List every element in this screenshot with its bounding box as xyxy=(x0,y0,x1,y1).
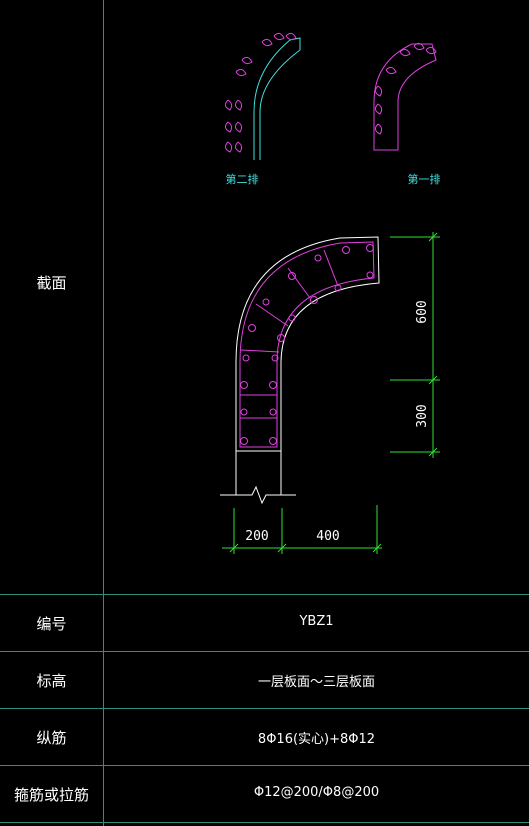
grid-line-2 xyxy=(0,651,529,652)
grid-line-1 xyxy=(0,594,529,595)
row-value-stirrup: Φ12@200/Φ8@200 xyxy=(253,785,380,800)
wall-break xyxy=(220,451,296,505)
row1-hooks xyxy=(374,42,437,135)
section-drawing: 第二排 第一排 600 300 200 400 xyxy=(220,32,441,554)
dim-h-left: 200 xyxy=(245,529,268,544)
dim-v-top: 600 xyxy=(415,300,430,323)
row-value-id: YBZ1 xyxy=(299,614,334,629)
row-label-id: 编号 xyxy=(36,615,67,633)
grid-line-4 xyxy=(0,765,529,766)
stirrup-outer xyxy=(239,241,375,448)
dim-v-bottom: 300 xyxy=(415,404,430,427)
concrete-outline xyxy=(235,236,380,452)
dim-h-right: 400 xyxy=(316,529,339,544)
row-value-longitudinal: 8Φ16(实心)+8Φ12 xyxy=(257,732,376,747)
dimensions xyxy=(222,232,440,554)
row-value-elevation: 一层板面～三层板面 xyxy=(257,675,375,690)
row2-hooks xyxy=(224,32,297,153)
cross-ties xyxy=(240,249,339,448)
row-label-stirrup: 箍筋或拉筋 xyxy=(13,786,89,804)
grid-line-5 xyxy=(0,822,529,823)
row2-curve xyxy=(253,37,301,160)
rebar-bars xyxy=(240,244,374,445)
row1-outline xyxy=(373,43,437,151)
grid-line-3 xyxy=(0,708,529,709)
row1-detail: 第一排 xyxy=(373,42,441,186)
row2-label: 第二排 xyxy=(226,172,259,186)
main-section xyxy=(220,236,380,505)
row-label-longitudinal: 纵筋 xyxy=(36,729,67,747)
row1-label: 第一排 xyxy=(408,172,441,186)
row2-detail: 第二排 xyxy=(224,32,301,186)
row-label-elevation: 标高 xyxy=(36,672,67,690)
